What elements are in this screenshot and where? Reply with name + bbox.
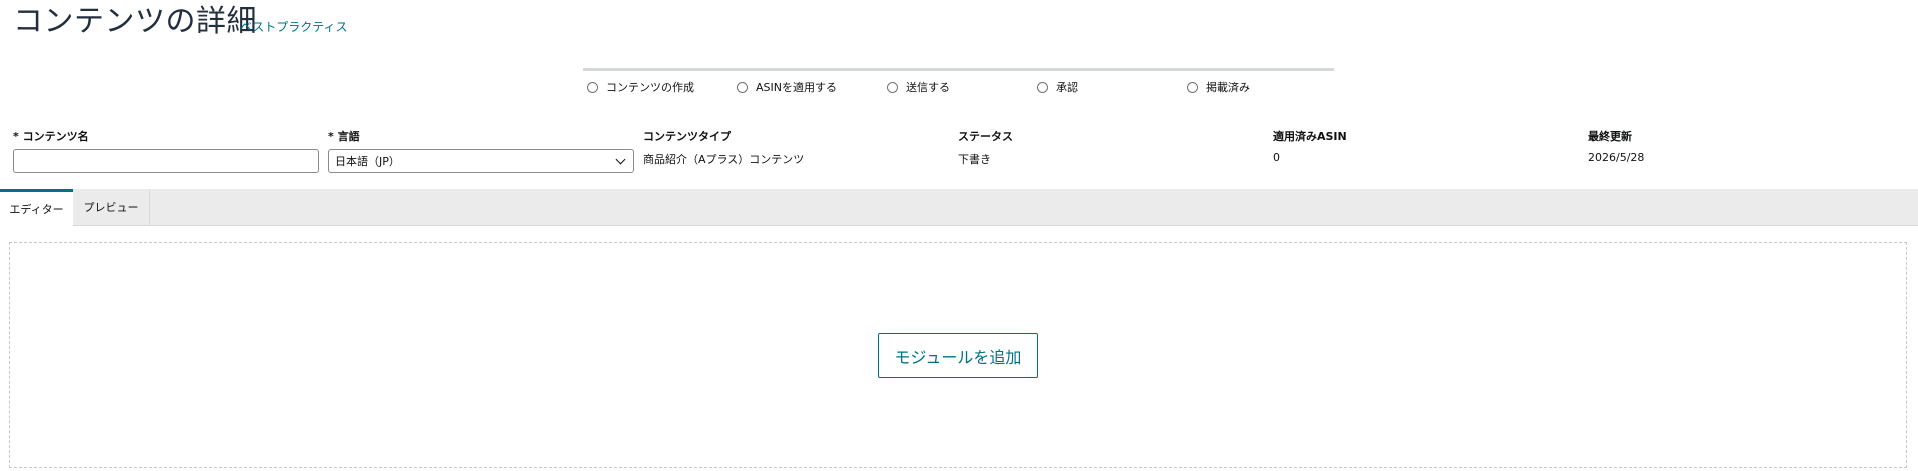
content-type-field-group: コンテンツタイプ 商品紹介（Aプラス）コンテンツ [643,128,804,167]
tabs-bar: エディター プレビュー [0,189,1918,226]
tab-preview[interactable]: プレビュー [73,189,150,225]
page-title: コンテンツの詳細 [13,4,257,39]
content-name-field-group: * コンテンツ名 [13,128,319,173]
tab-label: エディター [9,203,64,216]
content-name-label: * コンテンツ名 [13,130,89,143]
applied-asin-label: 適用済みASIN [1273,130,1347,143]
radio-icon [587,81,598,93]
last-updated-field-group: 最終更新 2026/5/28 [1588,128,1644,164]
step-create-content[interactable]: コンテンツの作成 [587,79,694,95]
tab-editor[interactable]: エディター [0,189,73,226]
applied-asin-field-group: 適用済みASIN 0 [1273,128,1347,164]
content-type-label: コンテンツタイプ [643,130,731,143]
tab-label: プレビュー [83,201,139,214]
add-module-button[interactable]: モジュールを追加 [878,333,1038,378]
language-selected-value: 日本語（JP） [335,155,400,168]
step-submit[interactable]: 送信する [887,79,950,95]
step-label: 送信する [906,81,950,94]
radio-icon [1037,81,1048,93]
content-type-value: 商品紹介（Aプラス）コンテンツ [643,153,805,166]
stepper: コンテンツの作成 ASINを適用する 送信する 承認 掲載済み [587,79,1337,99]
radio-icon [737,81,748,93]
language-label: * 言語 [328,130,360,143]
status-field-group: ステータス 下書き [958,128,1013,167]
step-label: コンテンツの作成 [606,81,694,94]
step-label: 掲載済み [1206,81,1250,94]
last-updated-value: 2026/5/28 [1588,151,1645,164]
language-field-group: * 言語 日本語（JP） [328,128,634,173]
radio-icon [887,81,898,93]
best-practices-link[interactable]: ベストプラクティス [240,18,348,35]
content-name-input[interactable] [13,149,319,173]
step-label: ASINを適用する [756,81,837,94]
step-apply-asin[interactable]: ASINを適用する [737,79,837,95]
status-value: 下書き [958,153,991,166]
step-published[interactable]: 掲載済み [1187,79,1250,95]
step-approved[interactable]: 承認 [1037,79,1078,95]
step-label: 承認 [1056,81,1078,94]
chevron-down-icon [615,154,626,164]
radio-icon [1187,81,1198,93]
language-select[interactable]: 日本語（JP） [328,149,634,173]
stepper-track [583,68,1334,71]
status-label: ステータス [958,130,1013,143]
applied-asin-value: 0 [1273,151,1280,164]
last-updated-label: 最終更新 [1588,130,1632,143]
